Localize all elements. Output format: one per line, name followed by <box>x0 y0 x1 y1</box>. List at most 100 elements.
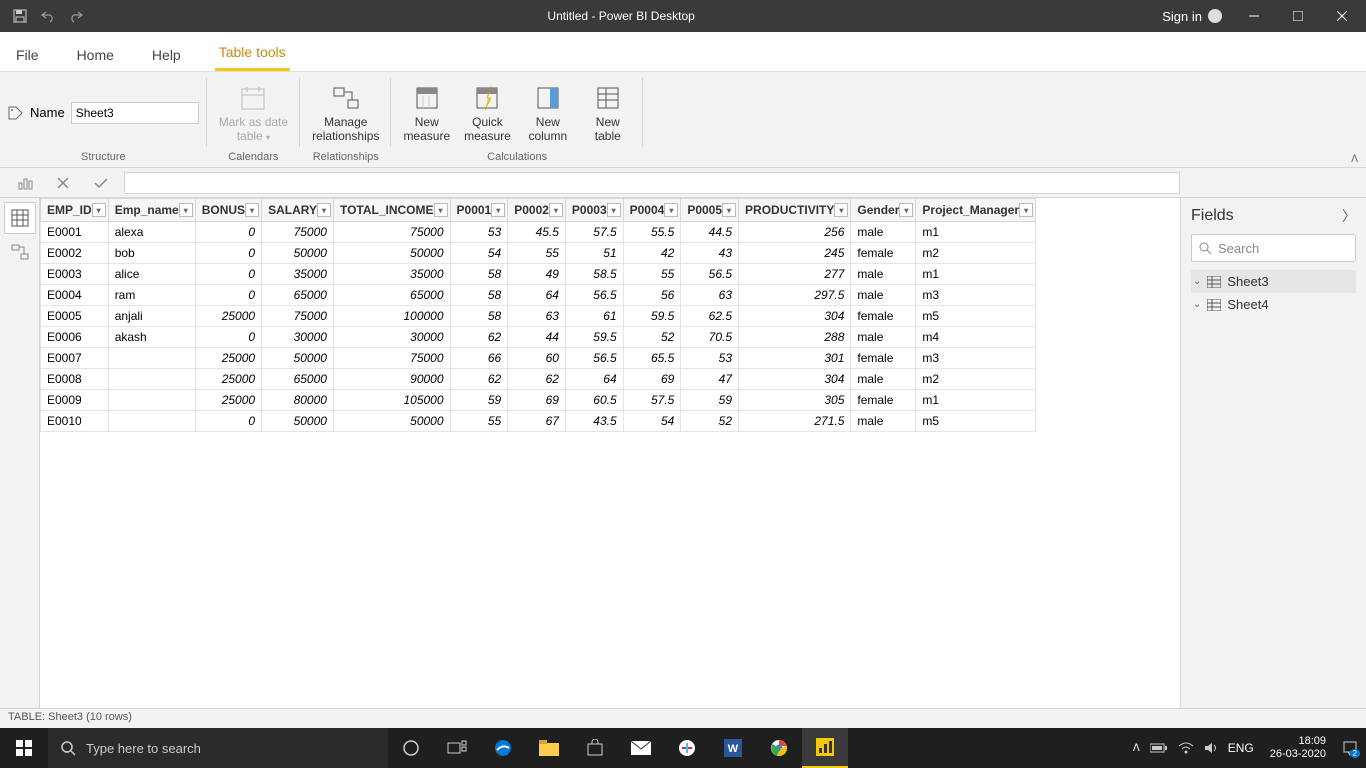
cell[interactable]: 60.5 <box>565 390 623 411</box>
cell[interactable]: m3 <box>916 348 1036 369</box>
cell[interactable]: 305 <box>739 390 851 411</box>
cell[interactable]: 59.5 <box>565 327 623 348</box>
col-header[interactable]: EMP_ID▾ <box>41 199 109 222</box>
cell[interactable]: 105000 <box>333 390 450 411</box>
cell[interactable]: 25000 <box>195 306 261 327</box>
cell[interactable]: E0003 <box>41 264 109 285</box>
cortana-icon[interactable] <box>388 728 434 768</box>
cell[interactable]: E0006 <box>41 327 109 348</box>
filter-dropdown-icon[interactable]: ▾ <box>245 203 259 217</box>
cell[interactable]: m5 <box>916 306 1036 327</box>
cell[interactable]: 50000 <box>333 243 450 264</box>
cell[interactable]: 65000 <box>262 369 334 390</box>
col-header[interactable]: Gender▾ <box>851 199 916 222</box>
col-header[interactable]: Emp_name▾ <box>108 199 195 222</box>
cell[interactable]: 65.5 <box>623 348 681 369</box>
cell[interactable]: 59.5 <box>623 306 681 327</box>
cell[interactable]: 58 <box>450 306 508 327</box>
table-row[interactable]: E0006akash03000030000624459.55270.5288ma… <box>41 327 1036 348</box>
cell[interactable]: E0007 <box>41 348 109 369</box>
maximize-button[interactable] <box>1278 0 1318 32</box>
collapse-ribbon-icon[interactable]: ᐱ <box>1351 154 1358 165</box>
clock[interactable]: 18:09 26-03-2020 <box>1264 735 1332 761</box>
cell[interactable] <box>108 411 195 432</box>
minimize-button[interactable] <box>1234 0 1274 32</box>
chrome-icon[interactable] <box>756 728 802 768</box>
cell[interactable]: 65000 <box>333 285 450 306</box>
filter-dropdown-icon[interactable]: ▾ <box>434 203 448 217</box>
mail-icon[interactable] <box>618 728 664 768</box>
cell[interactable]: m1 <box>916 390 1036 411</box>
filter-dropdown-icon[interactable]: ▾ <box>179 203 193 217</box>
cell[interactable] <box>108 348 195 369</box>
cell[interactable]: 47 <box>681 369 739 390</box>
notifications-icon[interactable]: 2 <box>1342 740 1358 756</box>
cell[interactable]: 0 <box>195 285 261 306</box>
cell[interactable]: 0 <box>195 243 261 264</box>
filter-dropdown-icon[interactable]: ▾ <box>722 203 736 217</box>
cell[interactable]: 304 <box>739 369 851 390</box>
cell[interactable]: E0001 <box>41 222 109 243</box>
table-name-input[interactable] <box>71 102 199 124</box>
filter-dropdown-icon[interactable]: ▾ <box>317 203 331 217</box>
cell[interactable]: 57.5 <box>623 390 681 411</box>
cell[interactable]: 25000 <box>195 369 261 390</box>
signin-button[interactable]: Sign in <box>1154 9 1230 24</box>
tray-chevron-icon[interactable]: ᐱ <box>1133 743 1140 754</box>
cell[interactable]: ram <box>108 285 195 306</box>
save-icon[interactable] <box>8 4 32 28</box>
table-row[interactable]: E0007250005000075000666056.565.553301fem… <box>41 348 1036 369</box>
cell[interactable]: 55 <box>508 243 566 264</box>
start-button[interactable] <box>0 728 48 768</box>
table-row[interactable]: E0003alice03500035000584958.55556.5277ma… <box>41 264 1036 285</box>
cell[interactable]: 50000 <box>262 411 334 432</box>
cell[interactable]: male <box>851 285 916 306</box>
filter-dropdown-icon[interactable]: ▾ <box>607 203 621 217</box>
cell[interactable]: 301 <box>739 348 851 369</box>
cell[interactable]: 65000 <box>262 285 334 306</box>
cell[interactable]: 44 <box>508 327 566 348</box>
cell[interactable]: 80000 <box>262 390 334 411</box>
filter-dropdown-icon[interactable]: ▾ <box>1019 203 1033 217</box>
col-header[interactable]: P0001▾ <box>450 199 508 222</box>
col-header[interactable]: SALARY▾ <box>262 199 334 222</box>
cell[interactable]: 54 <box>623 411 681 432</box>
table-row[interactable]: E00082500065000900006262646947304malem2 <box>41 369 1036 390</box>
commit-formula-icon[interactable] <box>86 172 116 194</box>
slack-icon[interactable] <box>664 728 710 768</box>
cell[interactable]: 59 <box>681 390 739 411</box>
col-header[interactable]: P0003▾ <box>565 199 623 222</box>
cell[interactable]: 50000 <box>262 243 334 264</box>
cell[interactable]: m2 <box>916 369 1036 390</box>
tab-home[interactable]: Home <box>73 47 118 71</box>
cell[interactable]: 49 <box>508 264 566 285</box>
cell[interactable]: 50000 <box>333 411 450 432</box>
cell[interactable]: m4 <box>916 327 1036 348</box>
cell[interactable]: male <box>851 264 916 285</box>
battery-icon[interactable] <box>1150 742 1168 754</box>
filter-dropdown-icon[interactable]: ▾ <box>899 203 913 217</box>
cell[interactable]: 58 <box>450 285 508 306</box>
table-row[interactable]: E0001alexa075000750005345.557.555.544.52… <box>41 222 1036 243</box>
filter-dropdown-icon[interactable]: ▾ <box>491 203 505 217</box>
fields-search[interactable]: Search <box>1191 234 1356 262</box>
explorer-icon[interactable] <box>526 728 572 768</box>
cell[interactable]: female <box>851 348 916 369</box>
cell[interactable]: 61 <box>565 306 623 327</box>
fields-table-item[interactable]: ⌄Sheet4 <box>1191 293 1356 316</box>
cell[interactable] <box>108 369 195 390</box>
cell[interactable]: 256 <box>739 222 851 243</box>
cell[interactable]: 271.5 <box>739 411 851 432</box>
chart-view-icon[interactable] <box>10 172 40 194</box>
cell[interactable]: 59 <box>450 390 508 411</box>
cell[interactable]: 52 <box>681 411 739 432</box>
word-icon[interactable]: W <box>710 728 756 768</box>
cell[interactable]: 64 <box>565 369 623 390</box>
close-button[interactable] <box>1322 0 1362 32</box>
cell[interactable]: male <box>851 411 916 432</box>
cell[interactable]: male <box>851 327 916 348</box>
cell[interactable]: 64 <box>508 285 566 306</box>
cell[interactable]: 42 <box>623 243 681 264</box>
cell[interactable]: E0004 <box>41 285 109 306</box>
cell[interactable]: 62 <box>508 369 566 390</box>
